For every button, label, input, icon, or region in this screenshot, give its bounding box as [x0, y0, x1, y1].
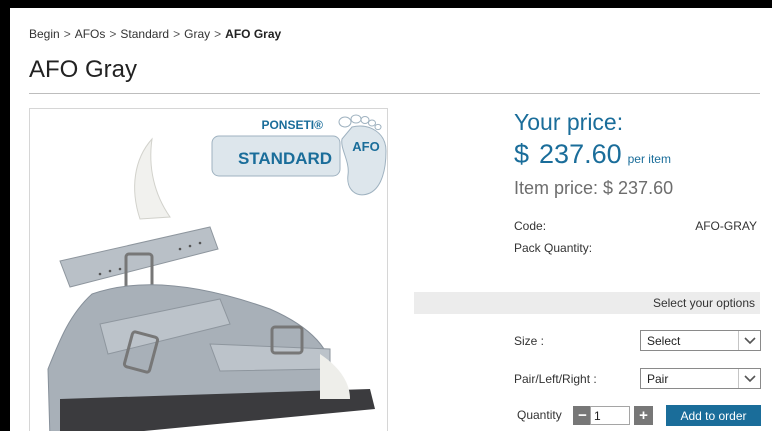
- pair-select-value: Pair: [647, 372, 669, 386]
- breadcrumb-current: AFO Gray: [225, 27, 282, 41]
- price-unit: per item: [627, 152, 671, 166]
- logo-afo-text: AFO: [352, 139, 379, 154]
- pack-quantity-label: Pack Quantity:: [514, 241, 593, 255]
- breadcrumb: Begin > AFOs > Standard > Gray > AFO Gray: [29, 27, 285, 41]
- logo-standard-text: STANDARD: [238, 149, 332, 168]
- breadcrumb-separator: >: [214, 27, 222, 41]
- breadcrumb-link-begin[interactable]: Begin: [29, 27, 60, 41]
- ponseti-logo: PONSETI® STANDARD AFO: [211, 114, 387, 196]
- breadcrumb-link-afos[interactable]: AFOs: [75, 27, 106, 41]
- price-currency: $: [514, 139, 530, 169]
- logo-brand-text: PONSETI®: [261, 118, 323, 132]
- breadcrumb-separator: >: [173, 27, 181, 41]
- size-select[interactable]: Select: [640, 330, 761, 351]
- options-header-text: Select your options: [652, 296, 755, 310]
- pair-left-right-label: Pair/Left/Right :: [514, 372, 597, 386]
- size-select-value: Select: [647, 334, 681, 348]
- price-amount: 237.60: [539, 139, 622, 169]
- breadcrumb-link-gray[interactable]: Gray: [184, 27, 210, 41]
- add-to-order-button[interactable]: Add to order: [666, 405, 761, 426]
- quantity-label: Quantity: [517, 408, 562, 422]
- item-price: Item price: $ 237.60: [514, 178, 674, 198]
- breadcrumb-link-standard[interactable]: Standard: [120, 27, 169, 41]
- breadcrumb-separator: >: [63, 27, 71, 41]
- chevron-down-icon: [738, 369, 760, 388]
- pair-left-right-select[interactable]: Pair: [640, 368, 761, 389]
- afo-brace-illustration: PONSETI® STANDARD AFO: [47, 114, 387, 431]
- your-price-label: Your price:: [514, 109, 624, 135]
- options-header: Select your options: [414, 292, 760, 314]
- quantity-input[interactable]: [590, 406, 630, 425]
- size-label: Size :: [514, 334, 545, 348]
- page-title: AFO Gray: [29, 56, 138, 83]
- quantity-increase-button[interactable]: +: [634, 406, 653, 425]
- code-label: Code:: [514, 219, 547, 233]
- product-image[interactable]: PONSETI® STANDARD AFO: [29, 108, 388, 431]
- product-page: Begin > AFOs > Standard > Gray > AFO Gray AFO Gr…: [10, 8, 772, 431]
- title-divider: [29, 93, 760, 94]
- chevron-down-icon: [738, 331, 760, 350]
- price-value: $237.60 per item: [514, 139, 671, 170]
- code-value: AFO-GRAY: [695, 219, 757, 233]
- breadcrumb-separator: >: [109, 27, 117, 41]
